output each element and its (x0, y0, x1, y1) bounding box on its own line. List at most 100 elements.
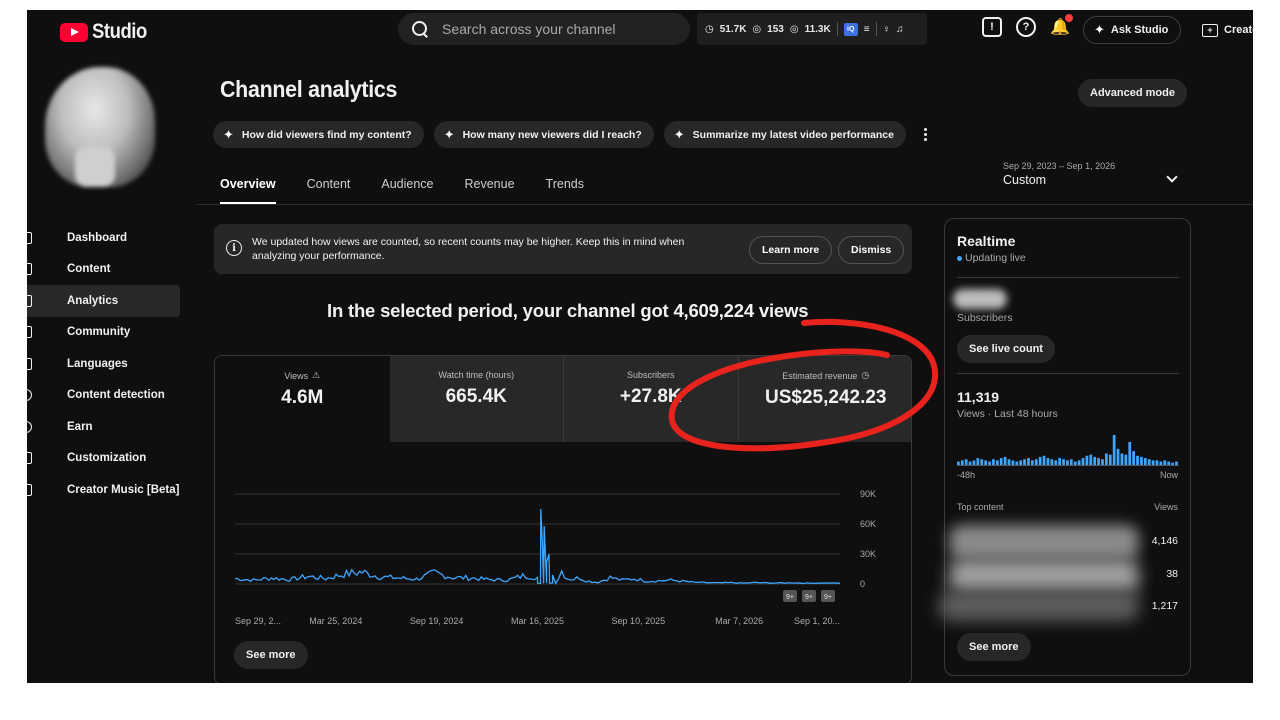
bell-icon[interactable]: ♫ (896, 24, 904, 35)
realtime-bar (1003, 456, 1007, 465)
annotation-badge[interactable]: 9+ (802, 590, 816, 602)
y-tick-label: 30K (860, 549, 876, 559)
realtime-axis-end: Now (1159, 470, 1178, 480)
divider (836, 22, 838, 36)
list-icon[interactable]: ≡ (864, 24, 870, 35)
search-icon[interactable] (412, 21, 428, 37)
dismiss-button[interactable]: Dismiss (838, 236, 905, 264)
feedback-icon[interactable]: ! (982, 17, 1002, 37)
more-options-icon[interactable] (923, 128, 928, 141)
sidebar-item-label: Dashboard (67, 231, 128, 244)
sidebar-item-customization[interactable]: Customization (27, 443, 180, 475)
learn-more-button[interactable]: Learn more (749, 236, 833, 264)
tab-overview[interactable]: Overview (220, 177, 276, 205)
sidebar-item-label: Analytics (67, 294, 119, 307)
realtime-bar-chart[interactable] (957, 429, 1179, 465)
create-button[interactable]: + Create (1198, 16, 1253, 44)
sidebar-item-analytics[interactable]: Analytics (27, 285, 180, 317)
help-icon[interactable]: ? (1016, 17, 1036, 37)
realtime-bar (1124, 454, 1128, 465)
sidebar-item-dashboard[interactable]: Dashboard (27, 222, 180, 254)
metric-value: +27.8K (619, 386, 682, 407)
warning-icon: ⚠ (312, 370, 321, 380)
extension-badge-icon[interactable]: iQ (843, 22, 858, 36)
award-icon[interactable]: ♀ (883, 24, 891, 35)
realtime-bar (1136, 455, 1139, 465)
metric-value: US$25,242.23 (765, 387, 887, 408)
realtime-bar (1027, 458, 1030, 465)
sidebar-item-label: Customization (67, 452, 147, 465)
notifications-icon[interactable]: 🔔 (1050, 14, 1073, 37)
divider (957, 373, 1179, 374)
realtime-bar (1116, 448, 1120, 465)
metric-revenue[interactable]: Estimated revenue ◷ US$25,242.23 (738, 356, 911, 442)
annotation-badge[interactable]: 9+ (783, 590, 797, 602)
realtime-bar (1081, 458, 1085, 465)
create-video-icon: + (1202, 23, 1218, 37)
eye-icon: ◎ (789, 23, 799, 35)
y-tick-label: 60K (860, 519, 876, 529)
sidebar-item-languages[interactable]: Languages (27, 348, 180, 380)
top-content-item-redacted[interactable] (939, 591, 1139, 621)
realtime-bar (1089, 454, 1093, 465)
annotation-badge[interactable]: 9+ (821, 590, 835, 602)
sidebar-item-creator-music-beta[interactable]: Creator Music [Beta] (27, 474, 180, 506)
sidebar-nav: Dashboard Content Analytics Community Langua… (27, 222, 180, 506)
notice-text: We updated how views are counted, so rec… (252, 236, 685, 262)
date-range-picker[interactable]: Sep 29, 2023 – Sep 1, 2026 Custom (1003, 161, 1115, 187)
top-content-views: 1,217 (1151, 600, 1178, 612)
community-icon (27, 326, 32, 339)
ext-stat-3: 11.3K (804, 23, 831, 35)
metric-tabs: Views ⚠ 4.6M Watch time (hours) 665.4K Su… (215, 356, 911, 442)
sidebar-item-label: Content (67, 263, 111, 276)
date-range-label: Custom (1003, 173, 1047, 187)
tab-trends[interactable]: Trends (546, 177, 584, 205)
realtime-see-more-button[interactable]: See more (957, 633, 1031, 661)
page-title: Channel analytics (220, 76, 398, 102)
ext-stat-2: 153 (767, 23, 784, 35)
see-live-count-button[interactable]: See live count (957, 335, 1055, 363)
metric-views[interactable]: Views ⚠ 4.6M (215, 356, 390, 442)
realtime-bar (1120, 453, 1124, 465)
channel-avatar[interactable] (45, 67, 155, 187)
studio-logo[interactable]: Studio (60, 20, 154, 44)
top-content-item-redacted[interactable] (949, 559, 1139, 593)
views-headline: In the selected period, your channel got… (327, 300, 809, 321)
chip-new-viewers[interactable]: ✦ How many new viewers did I reach? (433, 121, 654, 148)
sidebar-item-community[interactable]: Community (27, 317, 180, 349)
analytics-tabs: Overview Content Audience Revenue Trends (220, 177, 615, 205)
realtime-bar (1097, 458, 1100, 465)
languages-icon (27, 357, 32, 370)
realtime-views-subtitle: Views · Last 48 hours (957, 408, 1058, 420)
badge-label: 9+ (786, 594, 794, 601)
metric-subscribers[interactable]: Subscribers +27.8K (564, 356, 739, 442)
ask-studio-button[interactable]: ✦ Ask Studio (1083, 16, 1182, 44)
subscribers-label: Subscribers (957, 312, 1013, 324)
sidebar-item-content-detection[interactable]: Content detection (27, 380, 180, 412)
ext-stat-1: 51.7K (719, 23, 747, 35)
tab-revenue[interactable]: Revenue (465, 177, 515, 205)
x-tick-label: Mar 16, 2025 (511, 616, 564, 626)
ask-studio-label: Ask Studio (1110, 24, 1169, 36)
top-content-item-redacted[interactable] (949, 525, 1139, 559)
realtime-bar (999, 458, 1003, 465)
metric-watch-time[interactable]: Watch time (hours) 665.4K (389, 356, 564, 442)
realtime-bar (1128, 441, 1132, 465)
chevron-down-icon[interactable] (1166, 171, 1178, 183)
realtime-bar (976, 458, 980, 465)
search-bar[interactable] (398, 13, 690, 45)
advanced-mode-button[interactable]: Advanced mode (1078, 79, 1187, 107)
views-line (234, 508, 840, 586)
tab-audience[interactable]: Audience (381, 177, 433, 205)
views-chart[interactable]: 0 30K 60K 90K 9+ 9+ 9+ Sep 29, 2... Mar 25, 2024… (215, 442, 911, 683)
extension-stats-bar[interactable]: ◷ 51.7K ◎ 153 ◎ 11.3K iQ ≡ ♀ ♫ (697, 13, 927, 45)
chip-viewers-find[interactable]: ✦ How did viewers find my content? (213, 121, 424, 148)
sidebar-item-label: Earn (67, 420, 93, 433)
sidebar-item-content[interactable]: Content (27, 254, 180, 286)
search-input[interactable] (442, 21, 662, 37)
see-more-button[interactable]: See more (234, 641, 308, 669)
tab-content[interactable]: Content (307, 177, 351, 205)
chip-summarize[interactable]: ✦ Summarize my latest video performance (663, 121, 906, 148)
sidebar-item-earn[interactable]: Earn (27, 411, 180, 443)
youtube-play-icon (60, 22, 88, 42)
